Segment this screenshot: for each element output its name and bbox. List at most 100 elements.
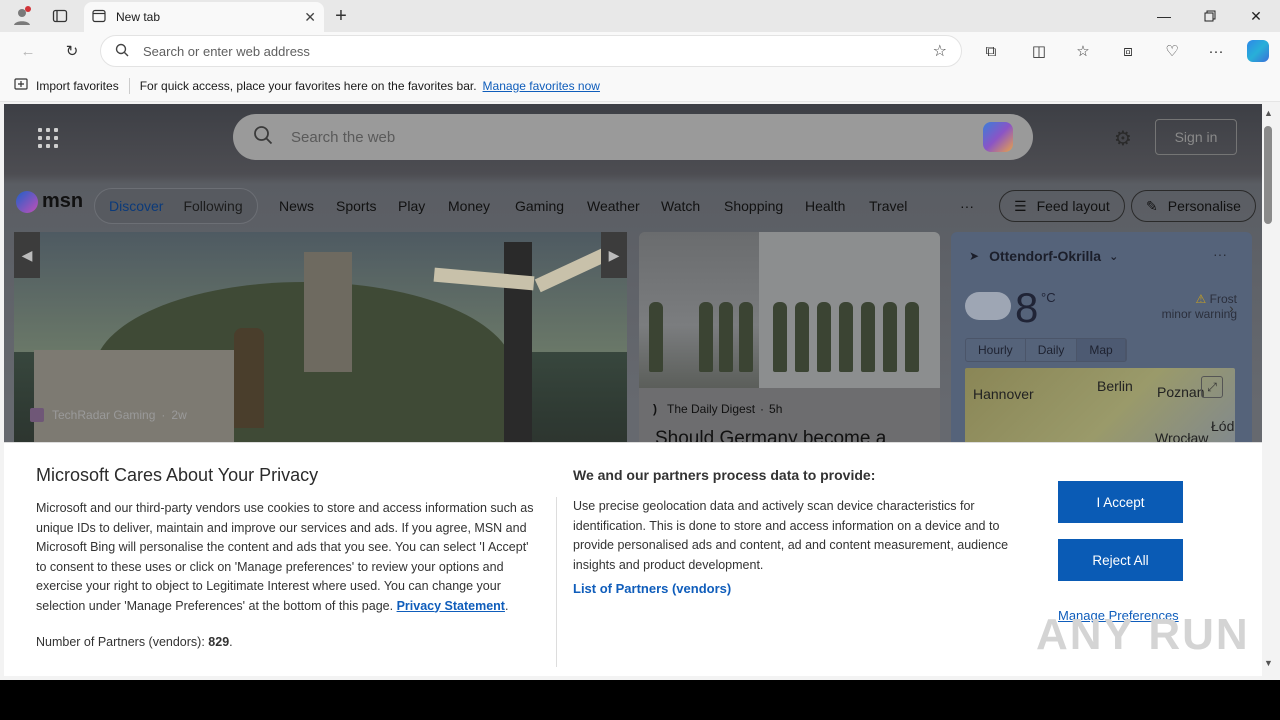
web-search-placeholder: Search the web: [291, 128, 396, 146]
browser-window: New tab ✕ + — ✕ ← ↻ Search or enter web …: [0, 0, 1280, 720]
tab-actions-icon[interactable]: [48, 4, 72, 28]
back-button[interactable]: ←: [13, 36, 43, 66]
tab-title: New tab: [116, 10, 161, 24]
warning-icon: ⚠: [1195, 292, 1207, 306]
weather-location[interactable]: ➤ Ottendorf-Okrilla ⌄: [969, 248, 1118, 264]
reject-all-button[interactable]: Reject All: [1058, 539, 1183, 581]
news-image-soldier: [649, 302, 663, 372]
weather-more-icon[interactable]: ···: [1213, 246, 1227, 262]
nav-gaming[interactable]: Gaming: [515, 198, 564, 214]
weather-tab-daily[interactable]: Daily: [1026, 339, 1078, 361]
news-source: ) The Daily Digest · 5h: [653, 402, 783, 416]
nav-health[interactable]: Health: [805, 198, 845, 214]
partners-list-link[interactable]: List of Partners (vendors): [573, 581, 731, 596]
restore-button[interactable]: [1187, 0, 1233, 32]
nav-travel[interactable]: Travel: [869, 198, 907, 214]
hero-source: TechRadar Gaming · 2w: [30, 408, 187, 422]
web-search-icon: [253, 125, 273, 149]
personalise-icon: ✎: [1146, 197, 1158, 214]
import-favorites-button[interactable]: Import favorites: [36, 79, 119, 93]
news-image-soldier: [905, 302, 919, 372]
map-label: Łód: [1211, 418, 1235, 434]
nav-news[interactable]: News: [279, 198, 314, 214]
nav-weather[interactable]: Weather: [587, 198, 640, 214]
map-label: Hannover: [973, 386, 1034, 402]
nav-watch[interactable]: Watch: [661, 198, 700, 214]
hero-image-tower: [304, 252, 352, 372]
scroll-up-icon[interactable]: ▲: [1264, 108, 1273, 118]
cloud-icon: [965, 292, 1011, 320]
copilot-icon[interactable]: [1243, 36, 1273, 66]
favorites-icon[interactable]: ☆: [1068, 36, 1098, 66]
daily-digest-logo-icon: ): [653, 402, 657, 416]
minimize-button[interactable]: —: [1141, 0, 1187, 32]
news-image-soldier: [861, 302, 875, 372]
msn-logo-text: msn: [42, 190, 84, 212]
accept-button[interactable]: I Accept: [1058, 481, 1183, 523]
location-arrow-icon: ➤: [969, 249, 980, 263]
apps-launcher-icon[interactable]: [38, 128, 58, 148]
segment-discover[interactable]: Discover: [99, 198, 173, 214]
weather-unit: °C: [1041, 290, 1056, 305]
news-source-name: The Daily Digest: [667, 402, 756, 416]
nav-sports[interactable]: Sports: [336, 198, 376, 214]
split-screen-icon[interactable]: ◫: [1024, 36, 1054, 66]
collections-icon[interactable]: ⧈: [1113, 36, 1143, 66]
anyrun-watermark: ANY RUN: [1036, 610, 1250, 659]
news-image-soldier: [817, 302, 831, 372]
privacy-statement-link[interactable]: Privacy Statement: [397, 599, 505, 613]
nav-shopping[interactable]: Shopping: [724, 198, 783, 214]
favorites-bar: Import favorites For quick access, place…: [0, 70, 1280, 102]
personalise-button[interactable]: ✎ Personalise: [1131, 190, 1256, 222]
alert-level: minor warning: [1161, 307, 1237, 321]
weather-tab-hourly[interactable]: Hourly: [966, 339, 1026, 361]
scrollbar-thumb[interactable]: [1264, 126, 1272, 224]
chevron-right-icon[interactable]: ›: [1229, 300, 1234, 316]
new-tab-button[interactable]: +: [329, 4, 353, 28]
map-label: Poznan: [1157, 384, 1205, 400]
profile-icon[interactable]: [10, 4, 34, 28]
data-processing-title: We and our partners process data to prov…: [573, 467, 876, 483]
web-search-box[interactable]: Search the web: [233, 114, 1033, 160]
segment-following[interactable]: Following: [173, 198, 252, 214]
extensions-icon[interactable]: ⧉: [976, 36, 1006, 66]
address-bar[interactable]: Search or enter web address ☆: [100, 35, 962, 67]
scroll-down-icon[interactable]: ▼: [1264, 658, 1273, 668]
sign-in-button[interactable]: Sign in: [1155, 119, 1237, 155]
news-age: 5h: [769, 402, 783, 416]
weather-tabs: Hourly Daily Map: [965, 338, 1127, 362]
msn-logo[interactable]: msn: [16, 190, 83, 213]
news-image-soldier: [883, 302, 897, 372]
chevron-down-icon: ⌄: [1109, 250, 1119, 263]
favorite-star-icon[interactable]: ☆: [933, 41, 947, 61]
hero-image-figure: [234, 328, 264, 428]
weather-tab-map[interactable]: Map: [1077, 339, 1126, 361]
copilot-search-icon[interactable]: [983, 122, 1013, 152]
nav-more-icon[interactable]: ···: [960, 198, 974, 214]
partners-count: Number of Partners (vendors): 829.: [36, 635, 233, 649]
privacy-divider: [556, 497, 557, 667]
nav-money[interactable]: Money: [448, 198, 490, 214]
more-menu-icon[interactable]: ···: [1201, 36, 1231, 66]
address-placeholder: Search or enter web address: [143, 43, 310, 59]
manage-favorites-link[interactable]: Manage favorites now: [483, 79, 600, 93]
expand-map-icon[interactable]: ⤢: [1201, 376, 1223, 398]
map-label: Berlin: [1097, 378, 1133, 394]
msn-butterfly-icon: [16, 190, 38, 213]
nav-play[interactable]: Play: [398, 198, 425, 214]
hero-next-arrow[interactable]: ▶: [601, 232, 627, 278]
new-tab-icon: [92, 9, 106, 26]
close-window-button[interactable]: ✕: [1233, 0, 1279, 32]
tab-new-tab[interactable]: New tab ✕: [84, 2, 324, 32]
hero-image-house: [34, 350, 234, 450]
privacy-title: Microsoft Cares About Your Privacy: [36, 465, 319, 485]
close-tab-icon[interactable]: ✕: [304, 9, 316, 26]
import-favorites-icon: [14, 77, 28, 94]
settings-gear-icon[interactable]: ⚙: [1114, 126, 1132, 151]
browser-essentials-icon[interactable]: ♡: [1157, 36, 1187, 66]
feed-layout-button[interactable]: ☰ Feed layout: [999, 190, 1125, 222]
refresh-button[interactable]: ↻: [57, 36, 87, 66]
news-image-soldier: [739, 302, 753, 372]
weather-alert[interactable]: ⚠ Frost minor warning: [1141, 292, 1237, 322]
hero-prev-arrow[interactable]: ◀: [14, 232, 40, 278]
